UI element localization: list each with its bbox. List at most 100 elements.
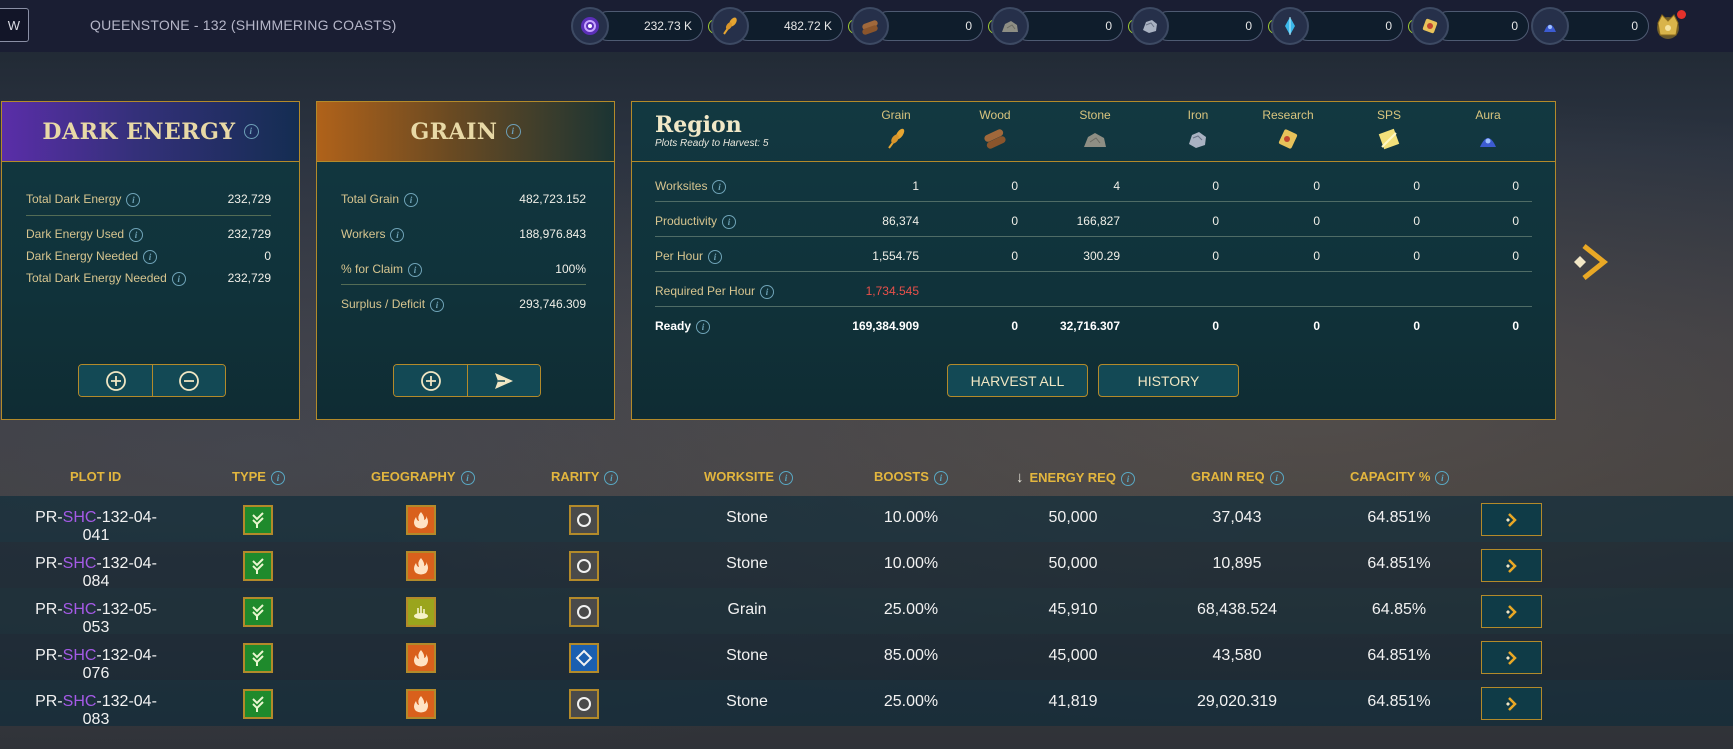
view-plot-button[interactable]	[1481, 503, 1542, 536]
view-plot-button[interactable]	[1481, 595, 1542, 628]
info-icon[interactable]: i	[171, 271, 186, 286]
info-icon[interactable]: i	[126, 192, 141, 207]
col-sps: SPS	[1354, 108, 1424, 153]
info-icon[interactable]: i	[722, 214, 737, 229]
info-icon[interactable]: i	[460, 470, 475, 485]
aura-icon	[1480, 138, 1496, 147]
info-icon[interactable]: i	[270, 470, 285, 485]
energy-req: 45,000	[1048, 647, 1098, 664]
info-icon[interactable]: i	[1435, 470, 1450, 485]
info-icon[interactable]: i	[760, 284, 775, 299]
grain-info-icon[interactable]: i	[505, 124, 521, 139]
chevron-right-icon	[1505, 650, 1517, 665]
fire-geography-icon	[406, 505, 436, 535]
plot-id[interactable]: PR-SHC-132-05-053	[26, 601, 166, 637]
total-dark-energy-needed-row: Total Dark Energy Needed i 232,729	[26, 271, 271, 286]
header-boosts[interactable]: BOOSTS i	[874, 469, 948, 485]
col-iron: Iron	[1163, 108, 1233, 151]
info-icon[interactable]: i	[779, 470, 794, 485]
iron-icon	[1189, 132, 1206, 148]
plot-id[interactable]: PR-SHC-132-04-084	[26, 555, 166, 591]
info-icon[interactable]: i	[408, 262, 423, 277]
info-icon[interactable]: i	[390, 227, 405, 242]
plot-id[interactable]: PR-SHC-132-04-041	[26, 509, 166, 545]
plot-row[interactable]: PR-SHC-132-04-084 Stone 10.00% 50,000 10,895…	[0, 542, 1733, 591]
resource-stone: 0 +	[991, 7, 1143, 45]
plot-id[interactable]: PR-SHC-132-04-076	[26, 647, 166, 683]
sort-down-icon: ↓	[1016, 469, 1024, 486]
send-grain-button[interactable]	[467, 365, 540, 396]
type-icon	[243, 643, 273, 673]
plot-row[interactable]: PR-SHC-132-04-083 Stone 25.00% 41,819 29,020…	[0, 680, 1733, 729]
dark-energy-title: DARK ENERGY	[42, 118, 236, 145]
col-stone: Stone	[1060, 108, 1130, 151]
harvest-all-button[interactable]: HARVEST ALL	[947, 364, 1088, 397]
sps-icon	[1378, 128, 1400, 150]
surplus-deficit-row: Surplus / Deficit i 293,746.309	[341, 297, 586, 312]
header-plot-id[interactable]: PLOT ID	[70, 469, 121, 484]
ready-row: Ready i 169,384.909 0 32,716.307 0 0 0 0	[655, 319, 1519, 334]
plot-row[interactable]: PR-SHC-132-04-076 Stone 85.00% 45,000 43,580…	[0, 634, 1733, 683]
boosts: 85.00%	[883, 647, 939, 664]
info-icon[interactable]: i	[604, 470, 619, 485]
plot-id[interactable]: PR-SHC-132-04-083	[26, 693, 166, 729]
info-icon[interactable]: i	[696, 319, 711, 334]
info-icon[interactable]: i	[129, 227, 144, 242]
add-dark-energy-button[interactable]	[79, 365, 152, 396]
info-icon[interactable]: i	[1269, 470, 1284, 485]
boosts: 25.00%	[883, 693, 939, 710]
capacity: 64.85%	[1371, 601, 1427, 618]
header-type[interactable]: TYPE i	[232, 469, 285, 485]
fire-geography-icon	[406, 689, 436, 719]
info-icon[interactable]: i	[1120, 471, 1135, 486]
info-icon[interactable]: i	[708, 249, 723, 264]
common-rarity-icon	[569, 551, 599, 581]
remove-dark-energy-button[interactable]	[152, 365, 225, 396]
header-geography[interactable]: GEOGRAPHY i	[371, 469, 475, 485]
boosts: 25.00%	[883, 601, 939, 618]
notification-dot	[1677, 10, 1686, 19]
divider	[26, 215, 271, 216]
research-crystal-icon	[1271, 7, 1309, 45]
view-plot-button[interactable]	[1481, 549, 1542, 582]
header-capacity[interactable]: CAPACITY % i	[1350, 469, 1450, 485]
top-bar: W QUEENSTONE - 132 (SHIMMERING COASTS) 2…	[0, 0, 1733, 52]
grain-icon	[888, 128, 905, 149]
worksite: Stone	[726, 693, 768, 710]
worksite: Grain	[727, 601, 767, 618]
stone-icon	[991, 7, 1029, 45]
stone-value: 0	[1013, 11, 1123, 41]
dark-energy-needed-row: Dark Energy Needed i 0	[26, 249, 271, 264]
header-grain-req[interactable]: GRAIN REQ i	[1191, 469, 1284, 485]
history-button[interactable]: HISTORY	[1098, 364, 1239, 397]
back-button[interactable]: W	[0, 8, 29, 42]
stone-icon	[1084, 133, 1106, 147]
add-grain-button[interactable]	[394, 365, 467, 396]
dark-energy-info-icon[interactable]: i	[243, 124, 259, 139]
plot-row[interactable]: PR-SHC-132-05-053 Grain 25.00% 45,910 68,438…	[0, 588, 1733, 637]
view-plot-button[interactable]	[1481, 641, 1542, 674]
header-energy-req[interactable]: ↓ ENERGY REQ i	[1016, 469, 1135, 486]
info-icon[interactable]: i	[143, 249, 158, 264]
info-icon[interactable]: i	[404, 192, 419, 207]
chevron-right-icon	[1505, 512, 1517, 527]
view-plot-button[interactable]	[1481, 687, 1542, 720]
common-rarity-icon	[569, 597, 599, 627]
info-icon[interactable]: i	[712, 179, 727, 194]
grain-actions	[393, 364, 541, 397]
send-icon	[495, 372, 513, 389]
grain-icon	[711, 7, 749, 45]
resource-sps: 0	[1411, 7, 1529, 45]
capacity: 64.851%	[1367, 555, 1431, 572]
type-icon	[243, 505, 273, 535]
grain-title: GRAIN	[410, 118, 498, 145]
info-icon[interactable]: i	[430, 297, 445, 312]
dark-energy-header: DARK ENERGY i	[2, 102, 299, 162]
header-worksite[interactable]: WORKSITE i	[704, 469, 794, 485]
next-region-arrow-icon[interactable]	[1570, 240, 1614, 289]
plot-row[interactable]: PR-SHC-132-04-041 Stone 10.00% 50,000 37,043…	[0, 496, 1733, 545]
info-icon[interactable]: i	[933, 470, 948, 485]
header-rarity[interactable]: RARITY i	[551, 469, 619, 485]
energy-req: 41,819	[1048, 693, 1098, 710]
plus-circle-icon	[105, 370, 126, 391]
